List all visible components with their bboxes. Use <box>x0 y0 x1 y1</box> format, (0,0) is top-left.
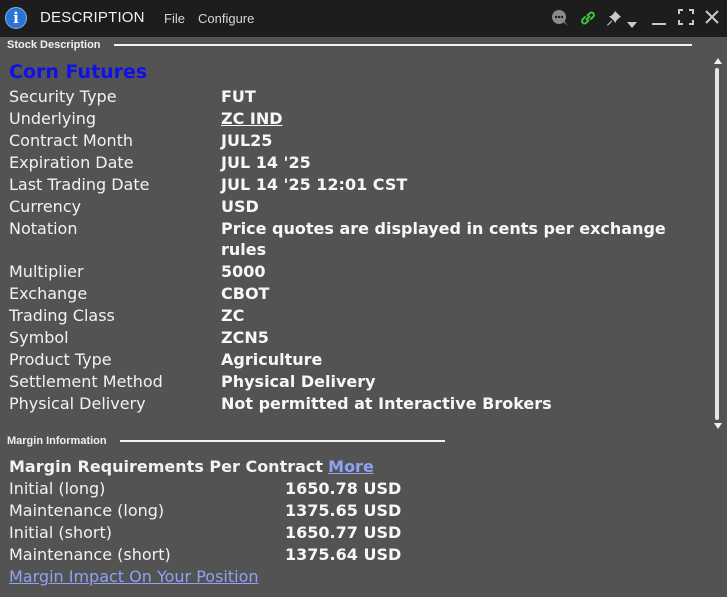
more-link[interactable]: More <box>328 457 374 476</box>
field-value: 5000 <box>221 262 266 281</box>
scroll-down-arrow-icon[interactable] <box>714 423 722 429</box>
margin-label: Initial (long) <box>9 479 106 498</box>
field-label: Physical Delivery <box>9 394 146 413</box>
field-value: USD <box>221 197 259 216</box>
margin-row-initial-short: Initial (short) 1650.77 USD <box>9 522 709 543</box>
description-panel: Corn Futures Security Type FUT Underlyin… <box>0 55 710 428</box>
field-value: Agriculture <box>221 350 323 369</box>
scroll-thumb[interactable] <box>715 68 719 420</box>
field-label: Settlement Method <box>9 372 163 391</box>
menu-configure[interactable]: Configure <box>198 11 254 26</box>
field-value: JUL25 <box>221 131 273 150</box>
field-label: Symbol <box>9 328 69 347</box>
field-label: Multiplier <box>9 262 84 281</box>
field-label: Expiration Date <box>9 153 134 172</box>
field-value: ZC <box>221 306 245 325</box>
title-bar: i DESCRIPTION File Configure <box>0 0 727 37</box>
pin-icon[interactable] <box>605 9 623 27</box>
contract-title[interactable]: Corn Futures <box>9 61 147 83</box>
margin-impact-link[interactable]: Margin Impact On Your Position <box>9 567 259 586</box>
description-window: i DESCRIPTION File Configure Stock Descr… <box>0 0 727 597</box>
dropdown-arrow-icon[interactable] <box>627 14 637 28</box>
section-label: Stock Description <box>7 39 101 51</box>
field-value: CBOT <box>221 284 270 303</box>
field-label: Currency <box>9 197 82 216</box>
field-label: Trading Class <box>9 306 115 325</box>
margin-label: Maintenance (short) <box>9 545 171 564</box>
margin-row-maintenance-short: Maintenance (short) 1375.64 USD <box>9 544 709 565</box>
margin-row-initial-long: Initial (long) 1650.78 USD <box>9 478 709 499</box>
field-label: Contract Month <box>9 131 134 150</box>
margin-value: 1375.65 USD <box>285 501 402 520</box>
maximize-icon[interactable] <box>678 9 696 27</box>
vertical-scrollbar[interactable] <box>711 55 725 432</box>
section-divider <box>114 44 692 46</box>
link-icon[interactable] <box>579 9 597 27</box>
margin-value: 1650.77 USD <box>285 523 402 542</box>
field-value: Physical Delivery <box>221 372 376 391</box>
margin-impact-row: Margin Impact On Your Position <box>9 566 709 587</box>
margin-heading-row: Margin Requirements Per Contract More <box>9 456 709 477</box>
field-label: Security Type <box>9 87 117 106</box>
margin-panel: Margin Requirements Per Contract More In… <box>0 452 727 592</box>
window-title: DESCRIPTION <box>40 9 145 26</box>
chat-icon[interactable] <box>550 9 568 27</box>
field-value: Not permitted at Interactive Brokers <box>221 394 552 413</box>
field-value: ZCN5 <box>221 328 269 347</box>
margin-label: Maintenance (long) <box>9 501 165 520</box>
info-icon[interactable]: i <box>5 7 27 29</box>
section-header-stock-description: Stock Description <box>0 38 727 54</box>
field-value: Price quotes are displayed in cents per … <box>221 219 666 259</box>
section-divider <box>120 440 445 442</box>
field-label: Notation <box>9 219 78 238</box>
menu-file[interactable]: File <box>164 11 185 26</box>
field-label: Last Trading Date <box>9 175 150 194</box>
section-label: Margin Information <box>7 435 107 447</box>
field-value: FUT <box>221 87 256 106</box>
field-label: Underlying <box>9 109 97 128</box>
margin-heading: Margin Requirements Per Contract <box>9 457 324 476</box>
margin-value: 1375.64 USD <box>285 545 402 564</box>
minimize-icon[interactable] <box>651 9 669 27</box>
field-value: JUL 14 '25 12:01 CST <box>221 175 408 194</box>
field-label: Exchange <box>9 284 88 303</box>
underlying-link[interactable]: ZC IND <box>221 108 691 129</box>
field-label: Product Type <box>9 350 112 369</box>
margin-label: Initial (short) <box>9 523 112 542</box>
field-value: JUL 14 '25 <box>221 153 311 172</box>
scroll-up-arrow-icon[interactable] <box>714 58 722 64</box>
close-icon[interactable] <box>704 9 722 27</box>
margin-value: 1650.78 USD <box>285 479 402 498</box>
margin-row-maintenance-long: Maintenance (long) 1375.65 USD <box>9 500 709 521</box>
section-header-margin-information: Margin Information <box>0 434 727 450</box>
